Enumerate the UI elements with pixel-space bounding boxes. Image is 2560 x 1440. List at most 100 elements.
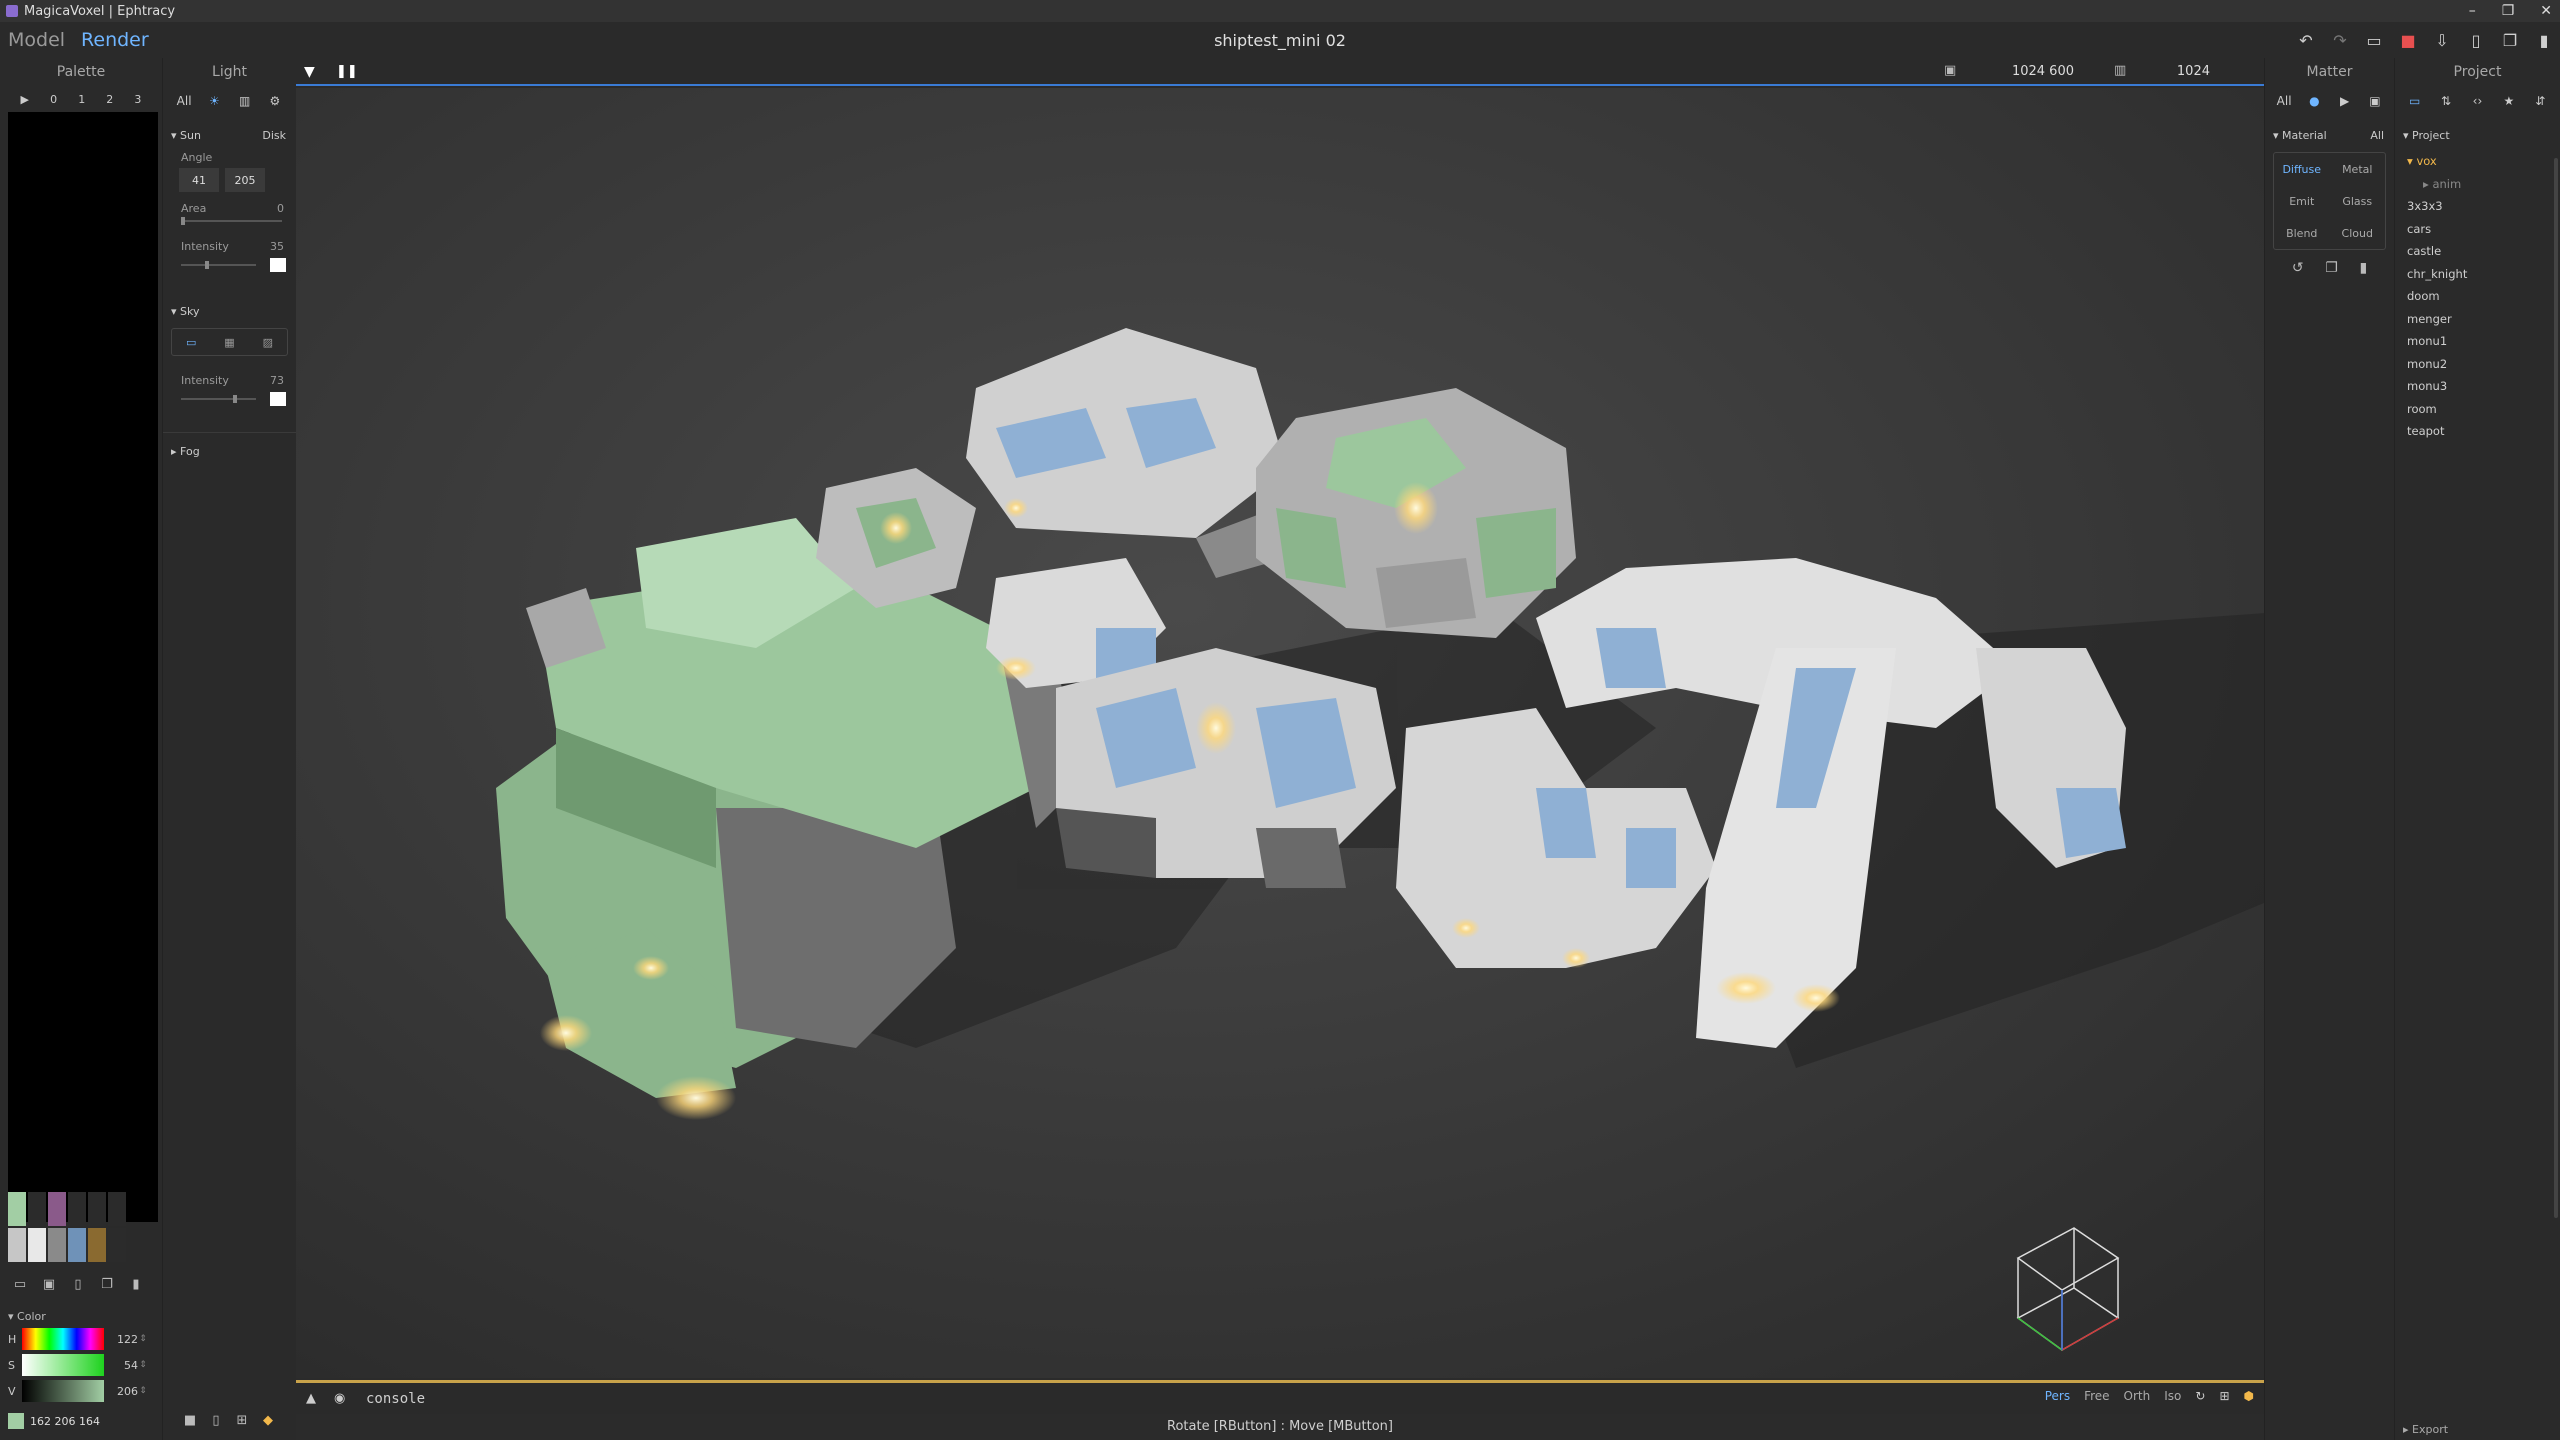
project-item[interactable]: monu1: [2407, 330, 2560, 353]
minimize-button[interactable]: –: [2469, 3, 2476, 19]
render-viewport[interactable]: ▼ ❚❚ ▣ 1024 600 ▥ 1024: [296, 58, 2264, 1380]
project-item[interactable]: menger: [2407, 308, 2560, 331]
palette-page-3[interactable]: 3: [134, 93, 141, 106]
sky-intensity-slider[interactable]: [181, 395, 256, 403]
delete-palette-icon[interactable]: ▮: [128, 1276, 144, 1292]
camera-icon[interactable]: ◉: [334, 1391, 352, 1406]
sun-intensity-value[interactable]: 35: [270, 240, 284, 253]
filter-all-button[interactable]: All: [173, 90, 195, 112]
palette-swatch[interactable]: [8, 1228, 26, 1262]
view-mode-pers[interactable]: Pers: [2045, 1389, 2070, 1403]
export-icon[interactable]: ⇩: [2432, 30, 2452, 50]
project-item[interactable]: 3x3x3: [2407, 195, 2560, 218]
sky-gradient-icon[interactable]: ▦: [219, 333, 239, 351]
sun-mode[interactable]: Disk: [262, 129, 286, 142]
sun-color-chip[interactable]: [270, 258, 286, 272]
palette-swatch[interactable]: [108, 1228, 126, 1262]
project-item[interactable]: monu3: [2407, 375, 2560, 398]
code-icon[interactable]: ‹›: [2466, 90, 2488, 112]
sample-count-icon[interactable]: ▥: [2114, 63, 2134, 81]
tab-model[interactable]: Model: [0, 29, 73, 51]
saturation-spinner[interactable]: ⇕: [138, 1360, 148, 1370]
project-item[interactable]: teapot: [2407, 420, 2560, 443]
hue-value[interactable]: 122: [108, 1333, 138, 1346]
folder-anim[interactable]: ▸ anim: [2407, 173, 2560, 196]
area-slider-knob[interactable]: [181, 217, 185, 225]
cube-view-icon[interactable]: ⬢: [2244, 1389, 2254, 1403]
render-options-icon[interactable]: ▼: [304, 64, 315, 80]
open-palette-icon[interactable]: ▭: [12, 1276, 28, 1292]
palette-play-button[interactable]: ▶: [21, 93, 29, 106]
matter-filter-all[interactable]: All: [2273, 90, 2295, 112]
rgb-values[interactable]: 162 206 164: [30, 1415, 100, 1428]
tab-render[interactable]: Render: [73, 29, 157, 51]
sun-group-header[interactable]: ▾ Sun Disk: [163, 124, 296, 146]
star-icon[interactable]: ★: [2498, 90, 2520, 112]
material-metal[interactable]: Metal: [2330, 153, 2386, 185]
area-slider[interactable]: [181, 217, 282, 225]
palette-swatch[interactable]: [88, 1192, 106, 1226]
sphere-icon[interactable]: ●: [2303, 90, 2325, 112]
hue-slider[interactable]: [22, 1328, 104, 1350]
project-scrollbar[interactable]: [2554, 158, 2558, 1218]
console-input[interactable]: console: [366, 1391, 425, 1407]
palette-swatch[interactable]: [48, 1192, 66, 1226]
project-item[interactable]: monu2: [2407, 353, 2560, 376]
sky-color-chip[interactable]: [270, 392, 286, 406]
sky-image-icon[interactable]: ▨: [258, 333, 278, 351]
project-item[interactable]: chr_knight: [2407, 263, 2560, 286]
project-item[interactable]: doom: [2407, 285, 2560, 308]
image-size-icon[interactable]: ▣: [1944, 63, 1964, 81]
save-icon[interactable]: ■: [2398, 30, 2418, 50]
delete-icon[interactable]: ▮: [2534, 30, 2554, 50]
material-scope[interactable]: All: [2370, 129, 2384, 142]
palette-page-0[interactable]: 0: [50, 93, 57, 106]
material-header[interactable]: ▾ Material All: [2265, 124, 2394, 146]
area-value[interactable]: 0: [277, 202, 284, 215]
sky-group-header[interactable]: ▾ Sky: [163, 300, 296, 322]
palette-swatch[interactable]: [88, 1228, 106, 1262]
palette-swatch[interactable]: [28, 1192, 46, 1226]
value-value[interactable]: 206: [108, 1385, 138, 1398]
expand-up-icon[interactable]: ▲: [306, 1391, 324, 1406]
angle-field-1[interactable]: 41: [179, 168, 219, 192]
close-button[interactable]: ✕: [2540, 3, 2552, 19]
render-resolution[interactable]: 1024 600: [2012, 64, 2074, 79]
angle-field-2[interactable]: 205: [225, 168, 265, 192]
material-emit[interactable]: Emit: [2274, 185, 2330, 217]
palette-swatch[interactable]: [8, 1192, 26, 1226]
export-section[interactable]: ▸ Export: [2403, 1423, 2448, 1436]
save-palette-icon[interactable]: ▣: [41, 1276, 57, 1292]
sun-intensity-knob[interactable]: [205, 261, 209, 269]
sort-icon[interactable]: ⇅: [2435, 90, 2457, 112]
paste-material-icon[interactable]: ▮: [2359, 260, 2367, 276]
reset-view-icon[interactable]: ↻: [2195, 1389, 2205, 1403]
saturation-value[interactable]: 54: [108, 1359, 138, 1372]
undo-icon[interactable]: ↶: [2296, 30, 2316, 50]
folder-icon[interactable]: ▭: [2404, 90, 2426, 112]
grid-view-icon[interactable]: ⊞: [2219, 1389, 2229, 1403]
open-folder-icon[interactable]: ▭: [2364, 30, 2384, 50]
fog-group-header[interactable]: ▸ Fog: [163, 432, 296, 462]
redo-icon[interactable]: ↷: [2330, 30, 2350, 50]
copy-file-icon[interactable]: ❐: [2500, 30, 2520, 50]
material-cloud[interactable]: Cloud: [2330, 217, 2386, 249]
palette-swatch[interactable]: [28, 1228, 46, 1262]
sun-intensity-slider[interactable]: [181, 261, 256, 269]
palette-page-1[interactable]: 1: [78, 93, 85, 106]
sky-intensity-knob[interactable]: [233, 395, 237, 403]
palette-grid[interactable]: [8, 112, 158, 1222]
sample-count[interactable]: 1024: [2177, 64, 2210, 79]
maximize-button[interactable]: ❐: [2502, 3, 2515, 19]
color-section-label[interactable]: ▾ Color: [8, 1306, 158, 1326]
project-item[interactable]: cars: [2407, 218, 2560, 241]
palette-swatch[interactable]: [48, 1228, 66, 1262]
material-blend[interactable]: Blend: [2274, 217, 2330, 249]
pause-icon[interactable]: ❚❚: [336, 64, 358, 79]
value-spinner[interactable]: ⇕: [138, 1386, 148, 1396]
file-view-icon[interactable]: ▯: [208, 1412, 224, 1428]
view-mode-free[interactable]: Free: [2084, 1389, 2109, 1403]
square-view-icon[interactable]: ■: [182, 1412, 198, 1428]
material-diffuse[interactable]: Diffuse: [2274, 153, 2330, 185]
sky-intensity-value[interactable]: 73: [270, 374, 284, 387]
